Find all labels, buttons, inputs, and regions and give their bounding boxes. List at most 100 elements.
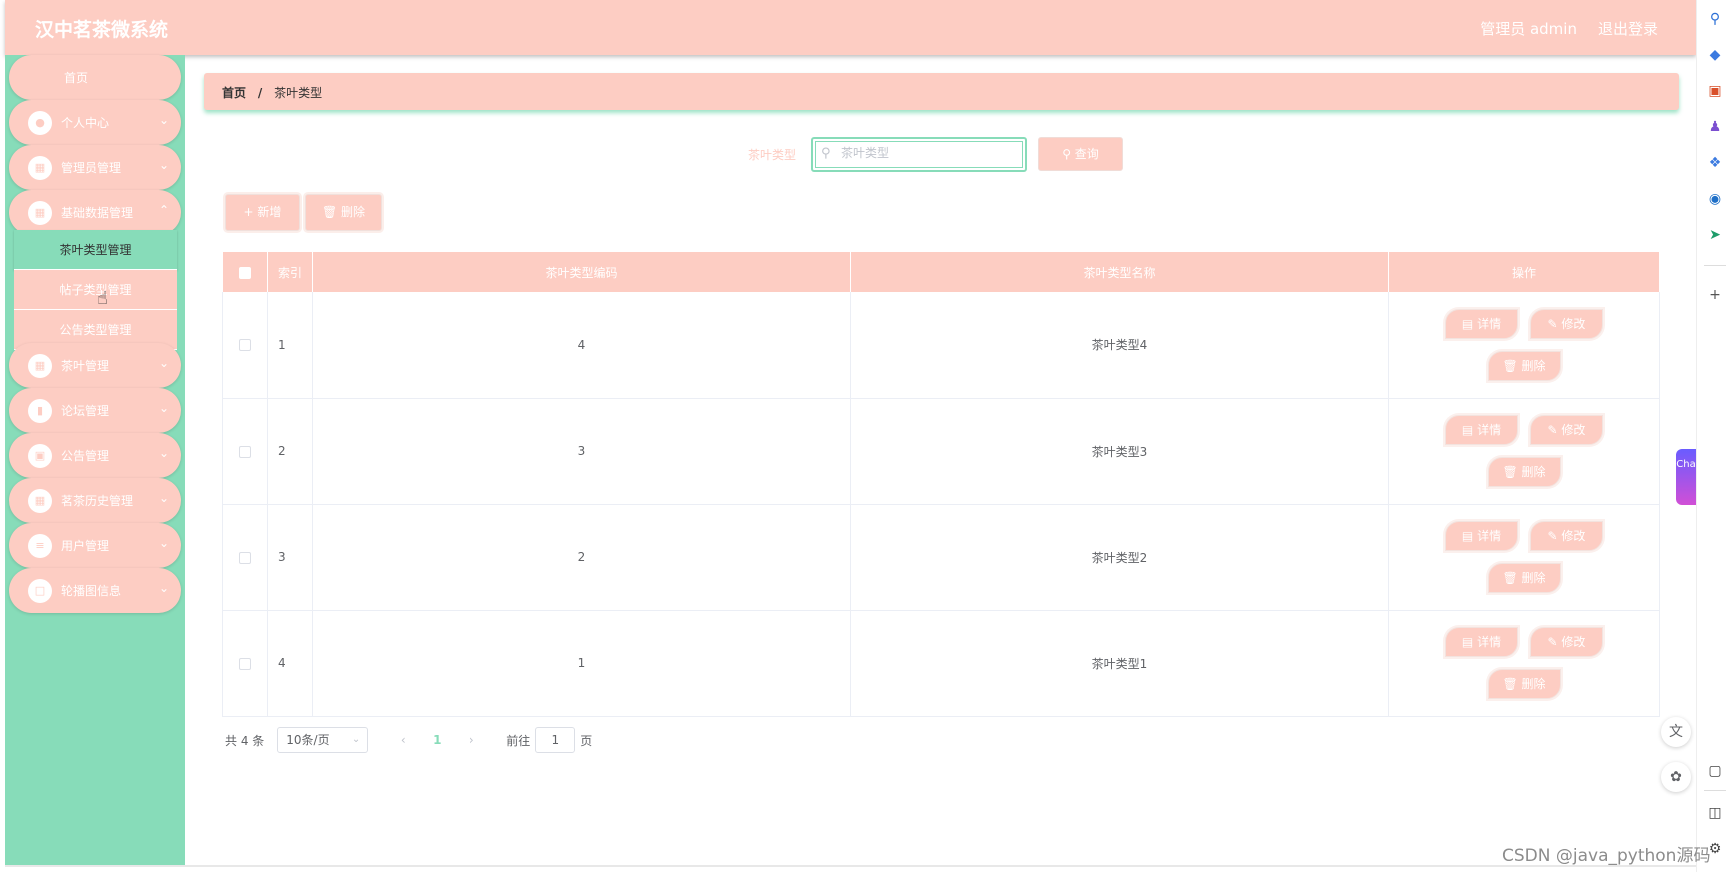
chevron-down-icon: ⌄ xyxy=(158,536,169,550)
cell-code: 3 xyxy=(312,398,851,505)
add-button-label: 新增 xyxy=(257,205,282,219)
cell-code: 4 xyxy=(312,292,851,399)
sidebar-item-forum[interactable]: ▮ 论坛管理 ⌄ xyxy=(9,388,181,433)
cell-index: 3 xyxy=(267,504,313,611)
briefcase-icon[interactable]: ▣ xyxy=(1706,82,1724,100)
search-input[interactable] xyxy=(841,142,1011,164)
edit-button[interactable]: ✎ 修改 xyxy=(1530,521,1603,551)
cell-actions: ▤ 详情 ✎ 修改 🗑 删除 xyxy=(1388,292,1660,399)
row-checkbox[interactable] xyxy=(222,610,268,717)
row-checkbox[interactable] xyxy=(222,504,268,611)
sidebar-item-label: 公告管理 xyxy=(61,449,110,463)
top-header: 汉中茗茶微系统 管理员 admin 退出登录 xyxy=(5,0,1696,55)
sidebar-toggle-icon[interactable]: ◫ xyxy=(1706,804,1724,822)
column-header-code: 茶叶类型编码 xyxy=(312,252,851,292)
sidebar-item-basic-data[interactable]: ▦ 基础数据管理 ⌃ xyxy=(9,190,181,235)
chevron-down-icon: ⌄ xyxy=(158,491,169,505)
cell-index: 2 xyxy=(267,398,313,505)
user-icon: ● xyxy=(28,111,52,135)
detail-button[interactable]: ▤ 详情 xyxy=(1445,521,1518,551)
submenu-item-tea-type[interactable]: 茶叶类型管理 xyxy=(14,230,177,270)
prev-page-button[interactable]: ‹ xyxy=(388,733,418,747)
row-checkbox[interactable] xyxy=(222,292,268,399)
send-icon[interactable]: ➤ xyxy=(1706,226,1724,244)
edit-button-label: 修改 xyxy=(1561,423,1586,437)
chat-side-tab[interactable]: Cha xyxy=(1676,449,1696,505)
edit-button[interactable]: ✎ 修改 xyxy=(1530,415,1603,445)
cell-index: 4 xyxy=(267,610,313,717)
edit-button[interactable]: ✎ 修改 xyxy=(1530,627,1603,657)
next-page-button[interactable]: › xyxy=(456,733,486,747)
logout-button[interactable]: 退出登录 xyxy=(1598,18,1658,39)
divider xyxy=(1704,790,1726,791)
pencil-icon: ✎ xyxy=(1547,635,1562,649)
search-field[interactable]: ⚲ xyxy=(811,137,1027,172)
translate-icon[interactable]: 文 xyxy=(1661,717,1691,747)
delete-button-label: 删除 xyxy=(1521,465,1546,479)
brain-icon[interactable]: ✿ xyxy=(1661,762,1691,792)
pencil-icon: ✎ xyxy=(1547,316,1562,331)
sidebar-item-personal-center[interactable]: ● 个人中心 ⌄ xyxy=(9,100,181,145)
admin-user-label[interactable]: 管理员 admin xyxy=(1480,18,1577,39)
document-icon: ▤ xyxy=(1461,635,1478,649)
watermark: CSDN @java_python源码 xyxy=(1502,846,1711,866)
sidebar-item-admin-management[interactable]: ▦ 管理员管理 ⌄ xyxy=(9,145,181,190)
page-size-value: 10条/页 xyxy=(286,733,330,747)
chevron-down-icon: ⌄ xyxy=(158,113,169,127)
delete-button[interactable]: 🗑 删除 xyxy=(1487,563,1561,593)
page-size-select[interactable]: 10条/页 ⌄ xyxy=(277,727,369,753)
pencil-icon: ✎ xyxy=(1547,529,1562,543)
batch-delete-button[interactable]: 🗑 删除 xyxy=(305,194,382,231)
table-row: 4 1 茶叶类型1 ▤ 详情 ✎ 修改 🗑 删除 xyxy=(222,610,1660,717)
table-header-row: 索引 茶叶类型编码 茶叶类型名称 操作 xyxy=(222,252,1660,292)
cell-index: 1 xyxy=(267,292,313,399)
page-unit-label: 页 xyxy=(580,733,593,748)
delete-button-label: 删除 xyxy=(1521,571,1546,585)
sidebar-item-notice[interactable]: ▣ 公告管理 ⌄ xyxy=(9,433,181,478)
add-icon[interactable]: + xyxy=(1706,286,1724,304)
edit-button-label: 修改 xyxy=(1561,529,1586,543)
app-window: 汉中茗茶微系统 管理员 admin 退出登录 首页 ● 个人中心 ⌄ ▦ 管理员… xyxy=(0,0,1696,867)
sidebar-item-label: 轮播图信息 xyxy=(61,584,122,598)
outlook-icon[interactable]: ◉ xyxy=(1706,190,1724,208)
screenshot-icon[interactable]: ▢ xyxy=(1706,762,1724,780)
chevron-up-icon: ⌃ xyxy=(158,203,169,217)
delete-button[interactable]: 🗑 删除 xyxy=(1487,457,1561,487)
tag-icon[interactable]: ◆ xyxy=(1706,46,1724,64)
sidebar-item-label: 茶叶管理 xyxy=(61,359,110,373)
submenu-item-post-type[interactable]: 帖子类型管理 xyxy=(14,270,177,310)
breadcrumb-home[interactable]: 首页 xyxy=(222,86,246,100)
pagination-total: 共 4 条 xyxy=(225,733,265,748)
detail-button[interactable]: ▤ 详情 xyxy=(1445,308,1518,339)
chess-icon[interactable]: ♟ xyxy=(1706,118,1724,136)
table-row: 3 2 茶叶类型2 ▤ 详情 ✎ 修改 🗑 删除 xyxy=(222,504,1660,611)
row-checkbox[interactable] xyxy=(222,398,268,505)
select-all-checkbox[interactable] xyxy=(222,252,268,292)
chevron-down-icon: ⌄ xyxy=(158,158,169,172)
chevron-down-icon: ⌄ xyxy=(158,446,169,460)
copilot-icon[interactable]: ❖ xyxy=(1706,154,1724,172)
sidebar-item-label: 首页 xyxy=(64,71,89,85)
sidebar-item-tea-history[interactable]: ▦ 茗茶历史管理 ⌄ xyxy=(9,478,181,523)
detail-button-label: 详情 xyxy=(1477,423,1502,437)
edit-button[interactable]: ✎ 修改 xyxy=(1530,308,1603,339)
column-header-actions: 操作 xyxy=(1388,252,1660,292)
delete-button[interactable]: 🗑 删除 xyxy=(1487,350,1561,381)
goto-page-input[interactable]: 1 xyxy=(535,727,576,753)
detail-button[interactable]: ▤ 详情 xyxy=(1445,627,1518,657)
sidebar-item-users[interactable]: ≡ 用户管理 ⌄ xyxy=(9,523,181,568)
sidebar-item-home[interactable]: 首页 xyxy=(9,55,181,100)
monitor-icon: ▣ xyxy=(28,444,52,468)
search-icon[interactable]: ⚲ xyxy=(1706,10,1724,28)
pagination: 共 4 条 10条/页 ⌄ ‹ 1 › 前往 1 页 xyxy=(225,727,592,753)
browser-side-panel: ⚲ ◆ ▣ ♟ ❖ ◉ ➤ + ▢ ◫ ⚙ xyxy=(1696,0,1732,872)
hand-cursor-icon: ☝ xyxy=(97,288,108,309)
add-button[interactable]: + 新增 xyxy=(225,194,300,231)
grid-icon: ▦ xyxy=(28,354,52,378)
detail-button[interactable]: ▤ 详情 xyxy=(1445,415,1518,445)
query-button[interactable]: ⚲ 查询 xyxy=(1038,137,1123,171)
sidebar-item-tea[interactable]: ▦ 茶叶管理 ⌄ xyxy=(9,343,181,388)
page-number-current[interactable]: 1 xyxy=(418,733,456,747)
sidebar-item-carousel[interactable]: □ 轮播图信息 ⌄ xyxy=(9,568,181,613)
delete-button[interactable]: 🗑 删除 xyxy=(1487,669,1561,699)
